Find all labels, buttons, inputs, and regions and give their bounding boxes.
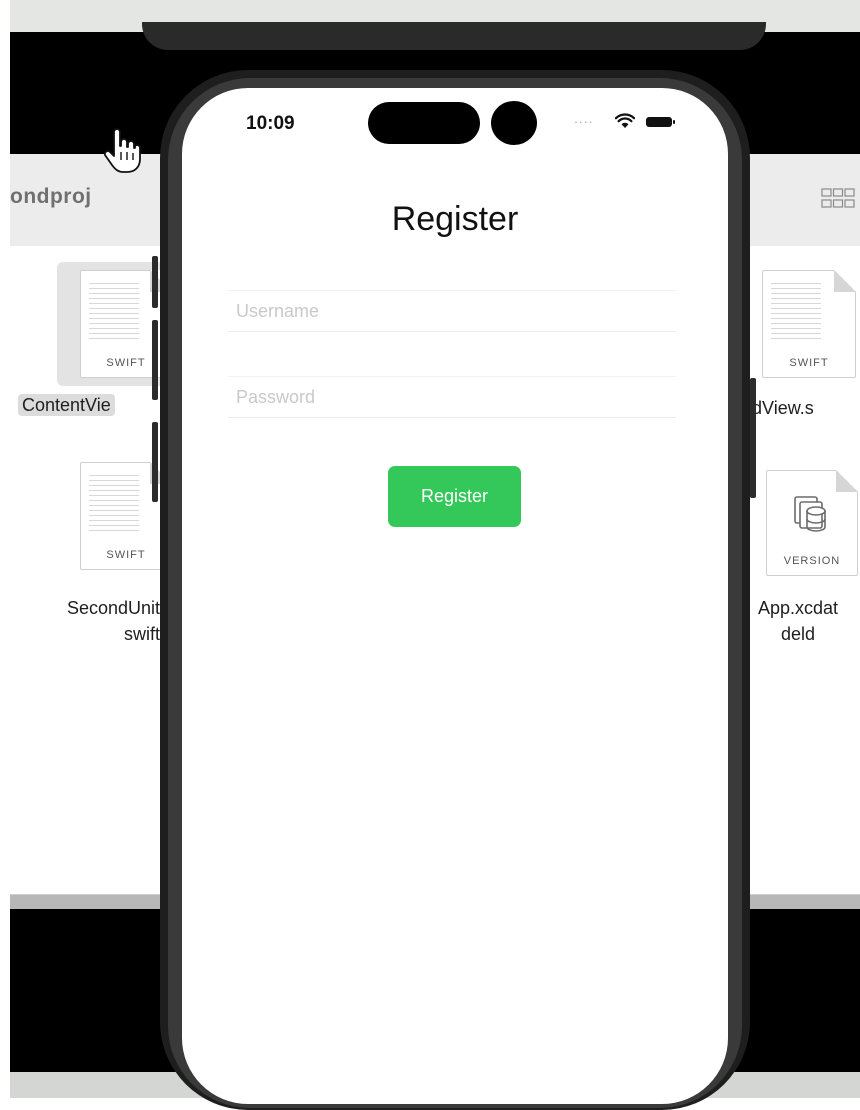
front-camera: [491, 101, 537, 145]
phone-power-button: [750, 378, 756, 498]
finder-window-title: ondproj: [10, 185, 92, 208]
page-title: Register: [391, 200, 519, 238]
phone-volume-up-button: [152, 320, 158, 400]
battery-icon: [646, 117, 672, 127]
dynamic-island: [368, 102, 480, 144]
phone-screen: 10:09 .... Register Register: [182, 88, 728, 1104]
phone-volume-down-button: [152, 422, 158, 502]
username-input[interactable]: [228, 291, 676, 331]
simulator-top-tab: [142, 22, 766, 50]
password-field[interactable]: [228, 376, 676, 418]
swift-file-icon[interactable]: SWIFT: [80, 462, 172, 570]
wifi-icon: [615, 113, 635, 128]
database-stack-icon: [794, 496, 826, 532]
version-file-icon[interactable]: VERSION: [766, 470, 858, 576]
file-name-xcdatamodel[interactable]: App.xcdat deld: [740, 595, 856, 647]
swift-file-icon[interactable]: SWIFT: [80, 270, 172, 378]
phone-action-button: [152, 256, 158, 308]
status-time: 10:09: [246, 113, 295, 134]
cellular-signal-icon: ....: [574, 110, 594, 126]
password-input[interactable]: [228, 377, 676, 417]
swift-file-icon[interactable]: SWIFT: [762, 270, 856, 378]
register-button[interactable]: Register: [388, 466, 521, 527]
grid-view-icon[interactable]: [821, 188, 855, 208]
battery-tip: [673, 120, 675, 124]
file-name-contentview[interactable]: ContentVie: [18, 394, 115, 416]
hand-cursor-icon: [103, 128, 141, 173]
username-field[interactable]: [228, 290, 676, 332]
file-name-secondunit[interactable]: SecondUnit swift: [10, 595, 160, 647]
